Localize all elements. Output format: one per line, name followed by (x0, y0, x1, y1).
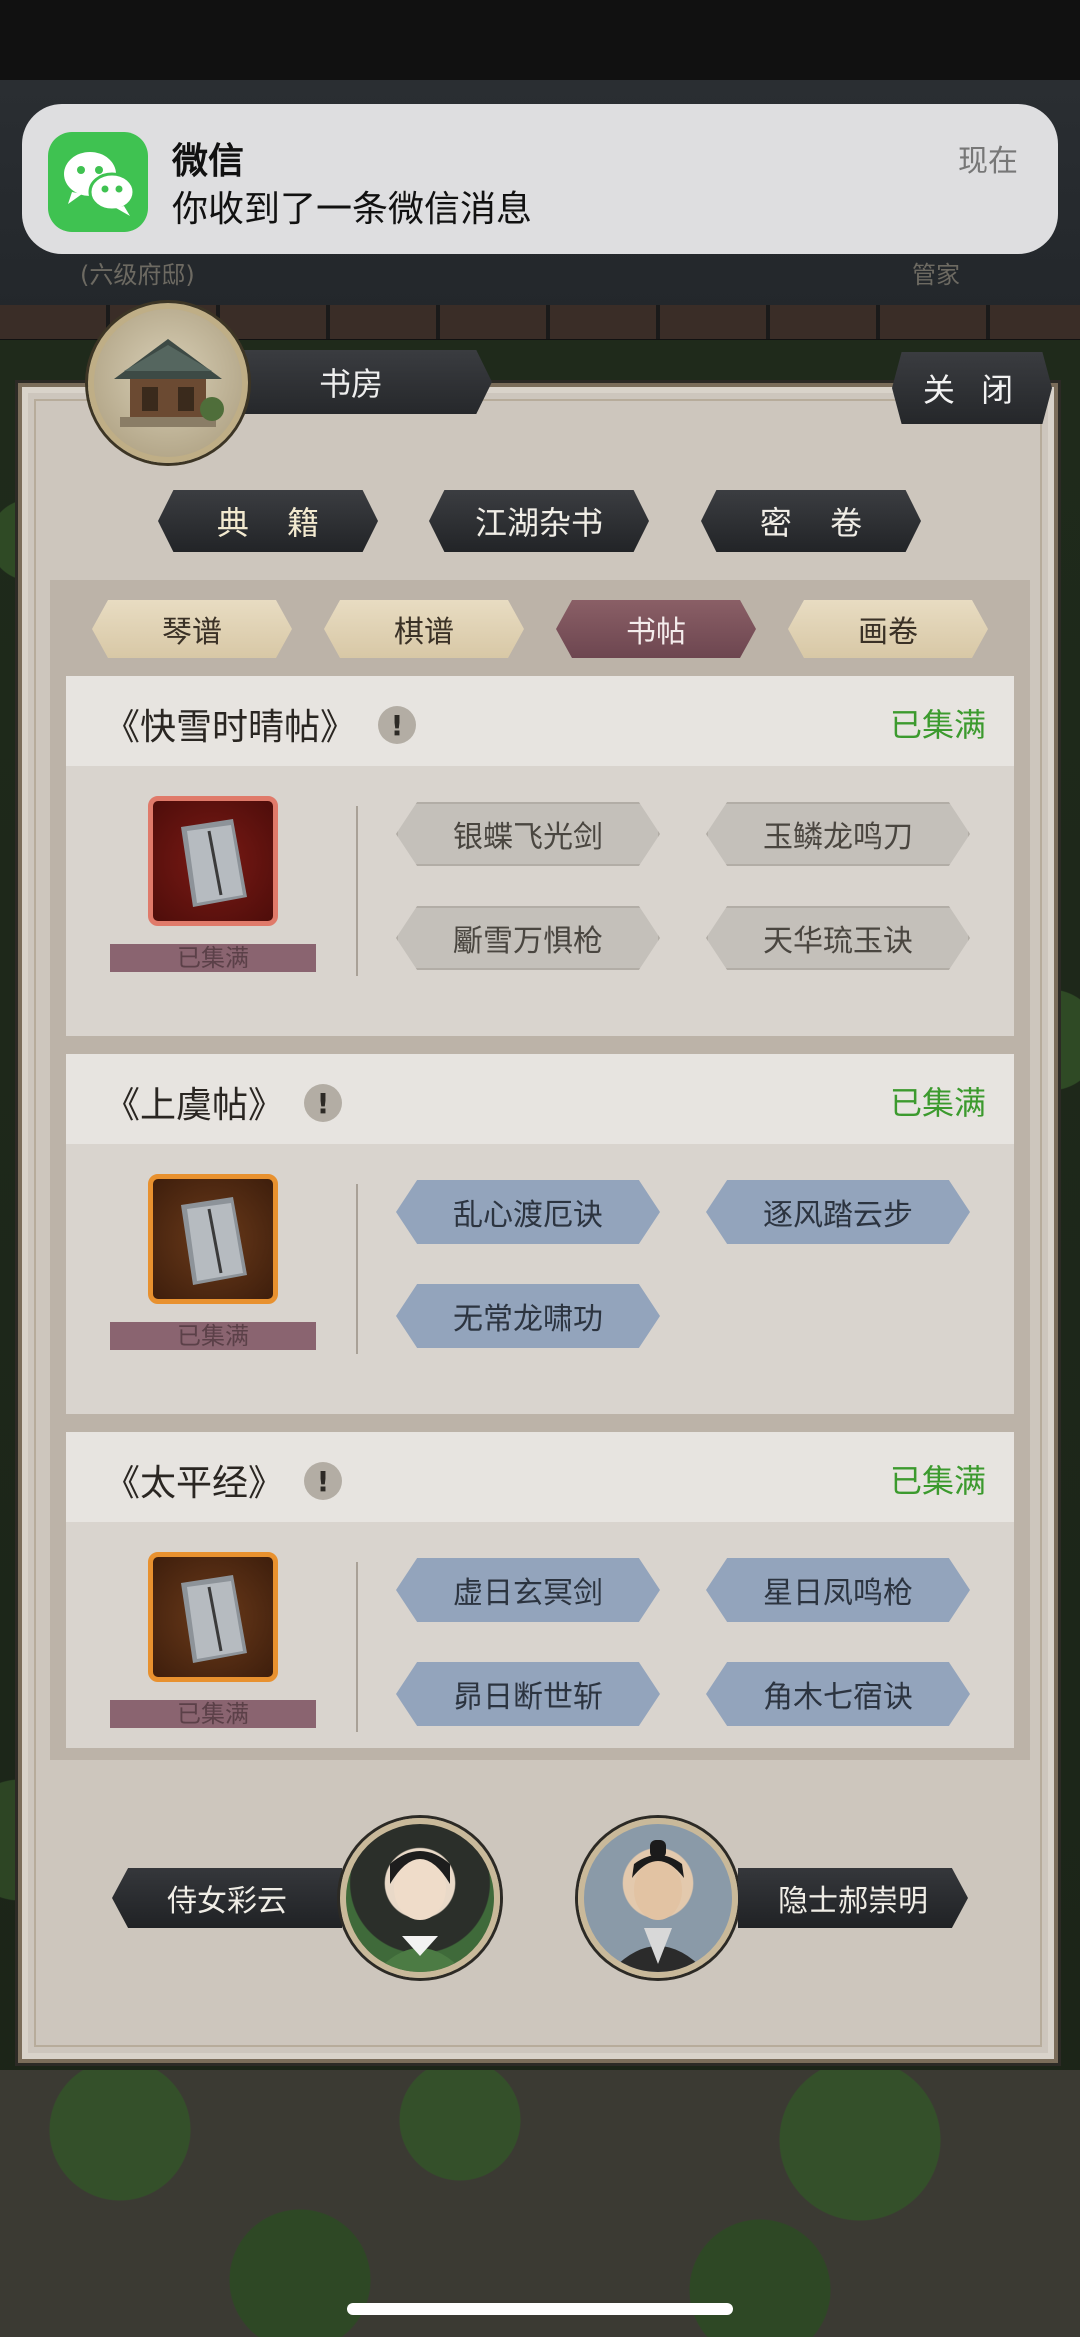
npc-maid-caiyun-label[interactable]: 侍女彩云 (112, 1868, 342, 1928)
skill-badge[interactable]: 逐风踏云步 (706, 1180, 970, 1244)
list-item: 《快雪时晴帖》 ! 已集满 已集满 银蝶飞光剑 玉鳞龙鸣刀 斸雪万惧枪 天华琉玉… (66, 676, 1014, 1036)
tab-secret-scrolls-label: 密 卷 (759, 504, 877, 542)
info-icon[interactable]: ! (304, 1462, 342, 1500)
book-icon[interactable] (148, 1552, 278, 1682)
npc-hermit-avatar[interactable] (578, 1818, 738, 1978)
mansion-level-text: (六级府邸) (80, 261, 195, 289)
card-title: 《太平经》 (104, 1463, 285, 1504)
skill-badge[interactable]: 斸雪万惧枪 (396, 906, 660, 970)
tab-secret-scrolls[interactable]: 密 卷 (701, 490, 921, 552)
notification-app-name: 微信 (172, 141, 245, 182)
notification-time: 现在 (958, 144, 1018, 179)
panel-title: 书房 (230, 350, 492, 414)
collected-bar: 已集满 (110, 1322, 316, 1350)
divider (356, 1562, 358, 1732)
home-indicator[interactable] (347, 2303, 733, 2315)
book-icon[interactable] (148, 1174, 278, 1304)
wechat-icon (48, 132, 148, 232)
list-item: 《太平经》 ! 已集满 已集满 虚日玄冥剑 星日凤鸣枪 昴日断世斩 角木七宿诀 (66, 1432, 1014, 1748)
skill-badge[interactable]: 无常龙啸功 (396, 1284, 660, 1348)
tab-classics[interactable]: 典 籍 (158, 490, 378, 552)
card-title: 《上虞帖》 (104, 1085, 285, 1126)
status-text: 已集满 (889, 1084, 986, 1122)
tab-jianghu-books-label: 江湖杂书 (474, 504, 603, 542)
skill-badge[interactable]: 星日凤鸣枪 (706, 1558, 970, 1622)
skill-badge[interactable]: 银蝶飞光剑 (396, 802, 660, 866)
tab-jianghu-books[interactable]: 江湖杂书 (429, 490, 649, 552)
skill-badge[interactable]: 天华琉玉诀 (706, 906, 970, 970)
courtyard-background (0, 2070, 1080, 2337)
card-title: 《快雪时晴帖》 (104, 707, 357, 748)
skill-badge[interactable]: 角木七宿诀 (706, 1662, 970, 1726)
steward-text: 管家 (912, 261, 960, 289)
notification-message: 你收到了一条微信消息 (172, 189, 533, 230)
card-header: 《快雪时晴帖》 ! 已集满 (66, 676, 1014, 766)
info-icon[interactable]: ! (304, 1084, 342, 1122)
panel-title-text: 书房 (318, 365, 383, 403)
collection-list[interactable]: 《快雪时晴帖》 ! 已集满 已集满 银蝶飞光剑 玉鳞龙鸣刀 斸雪万惧枪 天华琉玉… (66, 676, 1014, 1748)
book-icon[interactable] (148, 796, 278, 926)
divider (356, 806, 358, 976)
study-building-icon (88, 303, 248, 463)
card-header: 《太平经》 ! 已集满 (66, 1432, 1014, 1522)
info-icon[interactable]: ! (378, 706, 416, 744)
npc-hermit-label[interactable]: 隐士郝崇明 (738, 1868, 968, 1928)
wechat-notification[interactable]: 微信 你收到了一条微信消息 现在 (22, 104, 1058, 254)
card-header: 《上虞帖》 ! 已集满 (66, 1054, 1014, 1144)
collected-bar: 已集满 (110, 1700, 316, 1728)
collected-bar: 已集满 (110, 944, 316, 972)
list-item: 《上虞帖》 ! 已集满 已集满 乱心渡厄诀 逐风踏云步 无常龙啸功 (66, 1054, 1014, 1414)
status-text: 已集满 (889, 706, 986, 744)
divider (356, 1184, 358, 1354)
status-text: 已集满 (889, 1462, 986, 1500)
skill-badge[interactable]: 昴日断世斩 (396, 1662, 660, 1726)
subtab-qin-scores[interactable]: 琴谱 (92, 600, 292, 658)
skill-badge[interactable]: 虚日玄冥剑 (396, 1558, 660, 1622)
subtab-paintings[interactable]: 画卷 (788, 600, 988, 658)
skill-badge[interactable]: 乱心渡厄诀 (396, 1180, 660, 1244)
subtab-chess-manuals[interactable]: 棋谱 (324, 600, 524, 658)
skill-badge[interactable]: 玉鳞龙鸣刀 (706, 802, 970, 866)
tab-classics-label: 典 籍 (216, 504, 334, 542)
close-button[interactable]: 关 闭 (892, 352, 1052, 424)
npc-maid-caiyun-avatar[interactable] (340, 1818, 500, 1978)
subtab-calligraphy[interactable]: 书帖 (556, 600, 756, 658)
